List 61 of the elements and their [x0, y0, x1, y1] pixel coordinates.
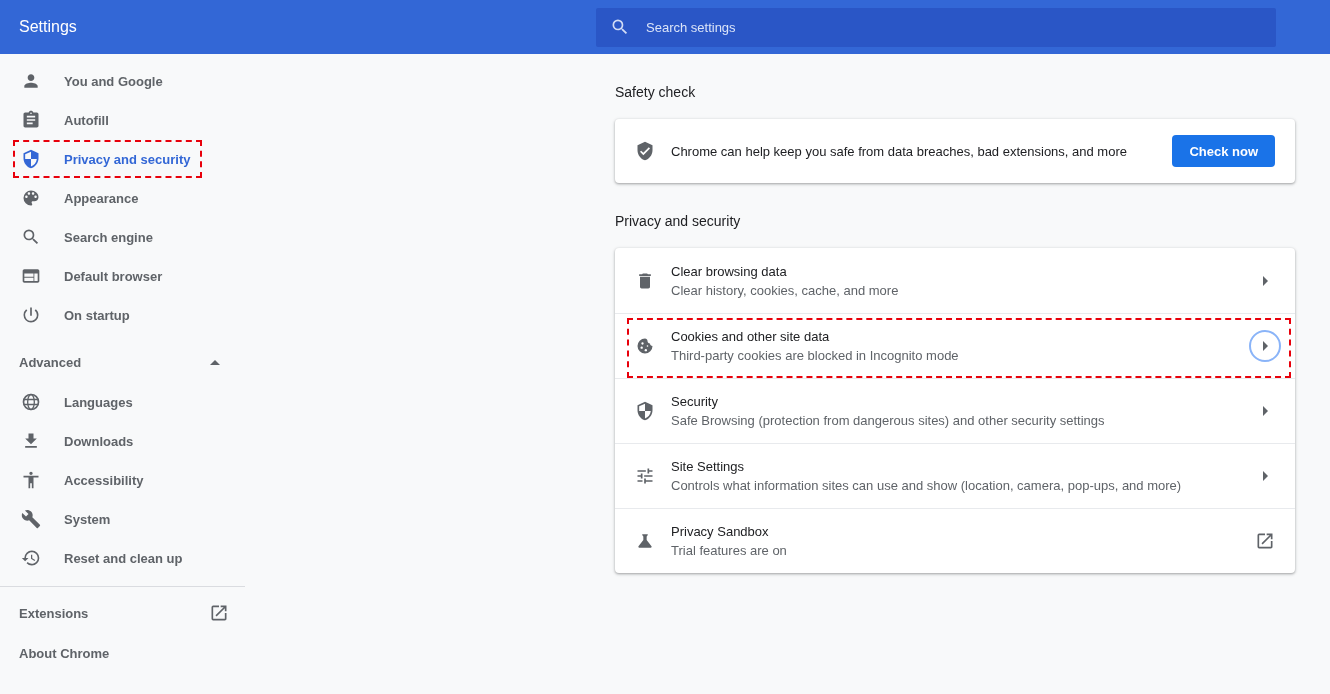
row-subtitle: Trial features are on [671, 543, 788, 558]
sidebar-item[interactable]: Downloads [13, 422, 202, 460]
arrow-right-icon [1262, 406, 1268, 416]
globe-icon [21, 392, 41, 412]
settings-row[interactable]: Site Settings Controls what information sites can use and show (location, camera, pop-ups, and more) [615, 443, 1295, 508]
accessibility-icon [21, 470, 41, 490]
advanced-toggle[interactable]: Advanced [0, 342, 245, 382]
row-subtitle: Third-party cookies are blocked in Incognito mode [671, 348, 960, 363]
power-icon [21, 305, 41, 325]
arrow-right-icon [1262, 275, 1268, 286]
search-bar[interactable]: Search settings [596, 7, 1276, 47]
check-now-button[interactable]: Check now [1172, 135, 1275, 167]
history-icon [21, 548, 41, 568]
palette-icon [21, 188, 41, 208]
sliders-icon [635, 466, 655, 486]
sidebar-link[interactable]: About Chrome [0, 633, 245, 673]
row-title: Privacy Sandbox [671, 524, 770, 539]
sidebar-item[interactable]: Autofill [13, 101, 202, 139]
flask-icon [635, 531, 655, 551]
shield-icon [635, 401, 655, 421]
sidebar-item[interactable]: Reset and clean up [13, 539, 202, 577]
cookie-icon [635, 336, 655, 356]
browser-window-icon [21, 266, 41, 286]
sidebar-item[interactable]: Default browser [13, 257, 202, 295]
settings-row[interactable]: Clear browsing data Clear history, cookies, cache, and more [615, 248, 1295, 313]
row-title: Site Settings [671, 459, 745, 474]
sidebar-link[interactable]: Extensions [0, 593, 245, 633]
external-link-icon [1255, 531, 1275, 551]
arrow-button[interactable] [1249, 330, 1281, 362]
external-link-icon [209, 603, 229, 623]
app-title: Settings [18, 18, 78, 36]
settings-row[interactable]: Privacy Sandbox Trial features are on [615, 508, 1295, 573]
sidebar-item[interactable]: On startup [13, 296, 202, 334]
sidebar-item[interactable]: Appearance [13, 179, 202, 217]
arrow-right-icon [1262, 341, 1268, 351]
row-subtitle: Controls what information sites can use and show (location, camera, pop-ups, and more) [671, 478, 1183, 493]
settings-row[interactable]: Cookies and other site data Third-party cookies are blocked in Incognito mode [615, 313, 1295, 378]
card-text: Chrome can help keep you safe from data breaches, bad extensions, and more [671, 143, 1128, 159]
row-title: Clear browsing data [671, 263, 788, 279]
shield-check-icon [635, 141, 655, 161]
sidebar-item[interactable]: System [13, 500, 202, 538]
sidebar-item[interactable]: Accessibility [13, 461, 202, 499]
clipboard-icon [21, 110, 41, 130]
section-title: Safety check [615, 84, 697, 100]
caret-icon [210, 359, 220, 365]
sidebar-item[interactable]: You and Google [13, 62, 202, 100]
search-input[interactable]: Search settings [644, 18, 1262, 36]
sidebar-item[interactable]: Languages [13, 383, 202, 421]
wrench-icon [21, 509, 41, 529]
section-title: Privacy and security [615, 213, 742, 229]
search-icon [610, 17, 630, 37]
sidebar-item[interactable]: Search engine [13, 218, 202, 256]
arrow-right-icon [1262, 471, 1268, 481]
row-subtitle: Safe Browsing (protection from dangerous sites) and other security settings [671, 413, 1106, 428]
shield-icon [21, 149, 41, 169]
search-icon [21, 227, 41, 247]
settings-row[interactable]: Security Safe Browsing (protection from dangerous sites) and other security settings [615, 378, 1295, 443]
row-subtitle: Clear history, cookies, cache, and more [671, 282, 900, 298]
row-title: Cookies and other site data [671, 329, 831, 344]
sidebar-item[interactable]: Privacy and security [13, 140, 202, 178]
row-title: Security [671, 394, 719, 409]
